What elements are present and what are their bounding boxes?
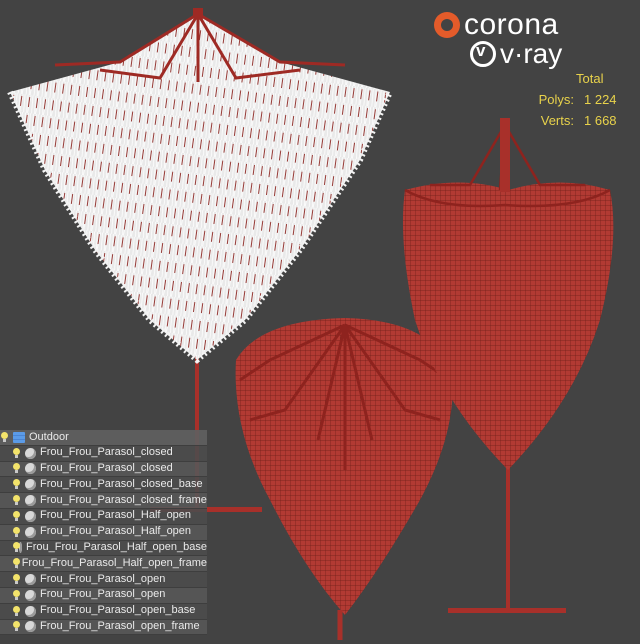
group-object-icon <box>25 526 36 538</box>
layer-item[interactable]: Frou_Frou_Parasol_closed <box>0 445 207 462</box>
layer-item-label: Frou_Frou_Parasol_open <box>40 572 166 585</box>
layer-item[interactable]: Frou_Frou_Parasol_Half_open_base <box>0 540 207 557</box>
layer-item-label: Frou_Frou_Parasol_Half_open_frame <box>21 556 207 569</box>
parasol-closed <box>402 118 614 613</box>
group-object-icon <box>25 447 36 459</box>
scene-explorer-layers: Outdoor Frou_Frou_Parasol_closed Frou_Fr… <box>0 430 207 636</box>
layer-item-label: Frou_Frou_Parasol_closed_frame <box>40 493 207 506</box>
group-object-icon <box>25 574 36 586</box>
lightbulb-icon[interactable] <box>12 463 21 474</box>
lightbulb-icon[interactable] <box>12 495 21 506</box>
lightbulb-icon[interactable] <box>12 542 20 553</box>
sphere-object-icon <box>25 479 36 491</box>
stats-header: Total <box>576 71 604 86</box>
lightbulb-icon[interactable] <box>12 479 21 490</box>
viewport-statistics: Total Polys: 1 224 Verts: 1 668 <box>520 68 628 131</box>
layer-group-outdoor[interactable]: Outdoor <box>0 430 207 446</box>
sphere-object-icon <box>25 621 36 633</box>
vray-logo: v v·ray <box>470 40 562 68</box>
lightbulb-icon[interactable] <box>12 526 21 538</box>
layer-item-label: Frou_Frou_Parasol_open <box>40 588 166 601</box>
layer-item[interactable]: Frou_Frou_Parasol_Half_open <box>0 524 207 541</box>
layer-item[interactable]: Frou_Frou_Parasol_open_frame <box>0 619 207 636</box>
lightbulb-icon[interactable] <box>0 431 9 443</box>
stats-verts-row: Verts: 1 668 <box>520 110 628 131</box>
polys-label: Polys: <box>538 92 574 107</box>
layer-item[interactable]: Frou_Frou_Parasol_closed <box>0 461 207 478</box>
sphere-object-icon <box>25 510 36 522</box>
layer-item[interactable]: Frou_Frou_Parasol_Half_open_frame <box>0 556 207 573</box>
lightbulb-icon[interactable] <box>12 605 21 617</box>
lightbulb-icon[interactable] <box>12 589 21 601</box>
verts-value: 1 668 <box>584 113 617 128</box>
corona-logo-icon <box>434 12 460 38</box>
layer-stack-icon <box>13 431 25 443</box>
layer-item[interactable]: Frou_Frou_Parasol_closed_frame <box>0 493 207 509</box>
layer-item-label: Frou_Frou_Parasol_Half_open_base <box>25 541 207 554</box>
layer-item[interactable]: Frou_Frou_Parasol_open <box>0 587 207 604</box>
layer-item[interactable]: Frou_Frou_Parasol_closed_base <box>0 477 207 494</box>
vray-logo-text: v·ray <box>500 38 563 69</box>
stats-polys-row: Polys: 1 224 <box>520 89 628 110</box>
layer-item-label: Frou_Frou_Parasol_closed <box>40 446 173 459</box>
layer-item-label: Frou_Frou_Parasol_open_base <box>40 604 196 617</box>
layer-item-label: Frou_Frou_Parasol_closed_base <box>40 477 203 490</box>
verts-label: Verts: <box>540 113 574 128</box>
sphere-object-icon <box>25 495 36 507</box>
lightbulb-icon[interactable] <box>12 447 21 459</box>
corona-logo-text: corona <box>464 8 559 41</box>
layer-group-label: Outdoor <box>29 430 69 443</box>
lightbulb-icon[interactable] <box>12 558 19 569</box>
lightbulb-icon[interactable] <box>12 510 21 522</box>
layer-item-label: Frou_Frou_Parasol_Half_open <box>40 509 192 522</box>
parasol-half-open <box>235 318 453 640</box>
polys-value: 1 224 <box>584 92 617 107</box>
corona-logo: corona <box>434 10 559 40</box>
layer-item[interactable]: Frou_Frou_Parasol_open <box>0 572 207 588</box>
layer-item-label: Frou_Frou_Parasol_closed <box>40 462 173 475</box>
lightbulb-icon[interactable] <box>12 574 21 585</box>
vray-logo-icon: v <box>470 41 496 67</box>
sphere-object-icon <box>25 463 36 475</box>
sphere-object-icon <box>25 605 36 617</box>
layer-item-label: Frou_Frou_Parasol_Half_open <box>40 525 192 538</box>
layer-item[interactable]: Frou_Frou_Parasol_open_base <box>0 603 207 620</box>
layer-item-label: Frou_Frou_Parasol_open_frame <box>40 620 200 633</box>
layer-item[interactable]: Frou_Frou_Parasol_Half_open <box>0 508 207 525</box>
sphere-object-icon <box>25 589 36 601</box>
lightbulb-icon[interactable] <box>12 621 21 632</box>
